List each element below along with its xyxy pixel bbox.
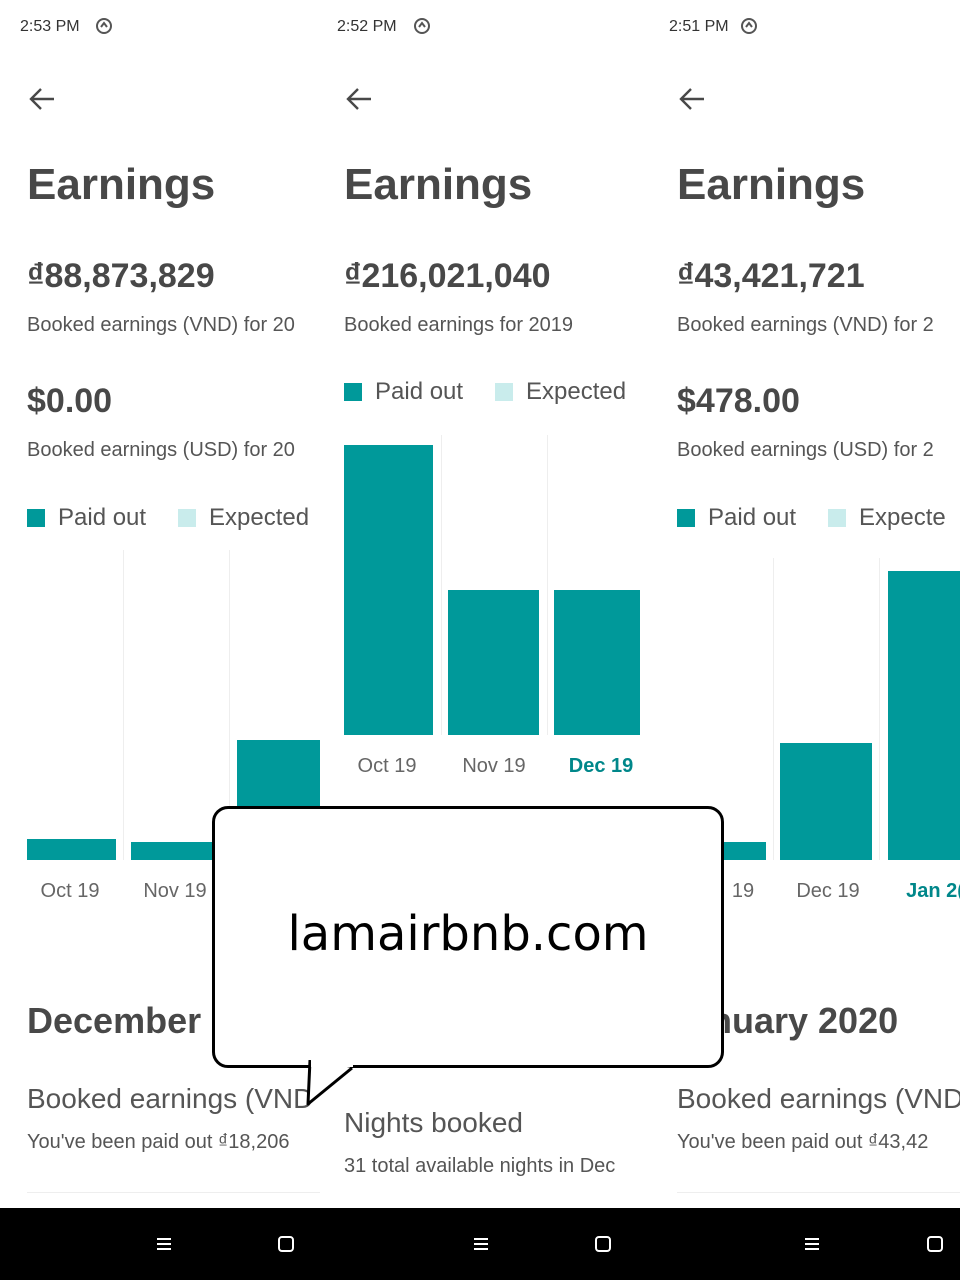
chart-tick-label[interactable]: Nov 19 [444,755,544,778]
home-square-icon[interactable] [276,1234,296,1254]
month-heading: nuary 2020 [710,1000,899,1041]
chart-bar-nov-19[interactable] [448,590,539,735]
chart-tick-label[interactable]: Jan 2( [885,880,960,903]
chart-bar-oct-19[interactable] [344,445,433,735]
paid-out-summary: You've been paid out ₫43,42 [677,1131,929,1153]
paid-out-summary: You've been paid out ₫18,206 [27,1131,290,1153]
chart-bar-dec-19[interactable] [780,743,872,860]
section-subheading: Booked earnings (VND [27,1083,314,1114]
chart-bar-jan-20[interactable] [888,571,960,860]
divider [27,1192,320,1193]
chart-tick-label[interactable]: Oct 19 [337,755,437,778]
chart-bar-nov-19[interactable] [131,842,220,860]
chart-gridline [123,550,124,860]
chart-gridline [441,435,442,735]
nights-booked-heading: Nights booked [344,1107,524,1138]
watermark-text: lamairbnb.com [287,906,649,962]
available-nights-text: 31 total available nights in Dec [344,1155,616,1177]
speech-bubble-tail [306,1060,353,1106]
chart-gridline [547,435,548,735]
divider [677,1192,960,1193]
home-square-icon[interactable] [593,1234,613,1254]
section-subheading: Booked earnings (VND [677,1083,960,1114]
home-square-icon[interactable] [925,1234,945,1254]
month-heading: December [27,1000,202,1041]
chart-tick-label[interactable]: Dec 19 [551,755,650,778]
menu-icon[interactable] [154,1234,174,1254]
chart-bar-dec-19[interactable] [554,590,640,735]
menu-icon[interactable] [471,1234,491,1254]
chart-tick-label[interactable]: Oct 19 [20,880,120,903]
menu-icon[interactable] [802,1234,822,1254]
chart-gridline [879,558,880,860]
chart-bar-oct-19[interactable] [27,839,116,860]
chart-tick-label[interactable]: Nov 19 [125,880,225,903]
chart-tick-label[interactable]: Dec 19 [778,880,878,903]
chart-gridline [773,558,774,860]
